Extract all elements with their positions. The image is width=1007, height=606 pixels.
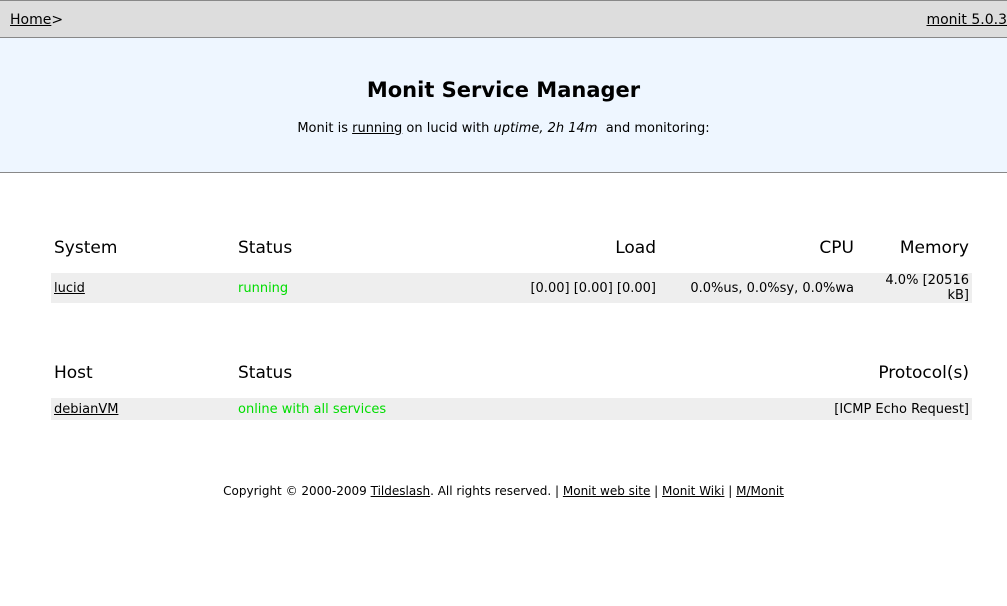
system-name-cell: lucid bbox=[51, 273, 235, 303]
status-suffix: and monitoring: bbox=[605, 121, 710, 136]
breadcrumb: Home> bbox=[10, 12, 63, 28]
host-table: Host Status Protocol(s) debianVM online … bbox=[51, 358, 972, 420]
breadcrumb-separator: > bbox=[51, 12, 64, 28]
col-host-status: Status bbox=[238, 363, 293, 383]
host-status: online with all services bbox=[235, 398, 541, 420]
uptime-label: uptime, bbox=[493, 121, 544, 136]
system-cpu: 0.0%us, 0.0%sy, 0.0%wa bbox=[659, 273, 857, 303]
system-status: running bbox=[235, 273, 391, 303]
rights-text: . All rights reserved. | bbox=[430, 484, 560, 498]
col-protocols: Protocol(s) bbox=[878, 363, 969, 383]
table-row: lucid running [0.00] [0.00] [0.00] 0.0%u… bbox=[51, 273, 972, 303]
system-link[interactable]: lucid bbox=[54, 281, 85, 296]
tildeslash-link[interactable]: Tildeslash bbox=[371, 484, 430, 498]
footer-separator: | bbox=[728, 484, 733, 498]
mmonit-link[interactable]: M/Monit bbox=[736, 484, 784, 498]
running-link[interactable]: running bbox=[352, 121, 402, 136]
home-link[interactable]: Home bbox=[10, 12, 51, 28]
host-link[interactable]: debianVM bbox=[54, 402, 118, 417]
status-prefix: Monit is bbox=[297, 121, 348, 136]
table-row: debianVM online with all services [ICMP … bbox=[51, 398, 972, 420]
uptime-value: 2h 14m bbox=[547, 121, 598, 136]
system-table: System Status Load CPU Memory lucid runn… bbox=[51, 233, 972, 303]
col-host: Host bbox=[54, 363, 93, 383]
host-protocols: [ICMP Echo Request] bbox=[541, 398, 972, 420]
col-load: Load bbox=[615, 238, 656, 258]
footer: Copyright © 2000-2009 Tildeslash. All ri… bbox=[0, 484, 1007, 498]
host-table-header: Host Status Protocol(s) bbox=[51, 358, 972, 388]
system-memory: 4.0% [20516 kB] bbox=[857, 273, 972, 303]
col-memory: Memory bbox=[899, 238, 969, 258]
version-link[interactable]: monit 5.0.3 bbox=[926, 12, 1007, 28]
top-navbar: Home> monit 5.0.3 bbox=[0, 0, 1007, 38]
col-system: System bbox=[54, 238, 118, 258]
status-host: on lucid with bbox=[406, 121, 490, 136]
copyright-text: Copyright © 2000-2009 bbox=[223, 484, 367, 498]
system-table-header: System Status Load CPU Memory bbox=[51, 233, 972, 263]
footer-separator: | bbox=[654, 484, 659, 498]
col-status: Status bbox=[238, 238, 293, 258]
host-name-cell: debianVM bbox=[51, 398, 235, 420]
status-line: Monit is running on lucid with uptime, 2… bbox=[0, 121, 1007, 136]
spacer-row bbox=[51, 263, 972, 273]
monit-wiki-link[interactable]: Monit Wiki bbox=[662, 484, 724, 498]
col-cpu: CPU bbox=[819, 238, 854, 258]
spacer-row bbox=[51, 388, 972, 398]
monit-website-link[interactable]: Monit web site bbox=[563, 484, 650, 498]
page-title: Monit Service Manager bbox=[366, 78, 641, 102]
system-load: [0.00] [0.00] [0.00] bbox=[391, 273, 659, 303]
page-header: Monit Service Manager Monit is running o… bbox=[0, 38, 1007, 173]
